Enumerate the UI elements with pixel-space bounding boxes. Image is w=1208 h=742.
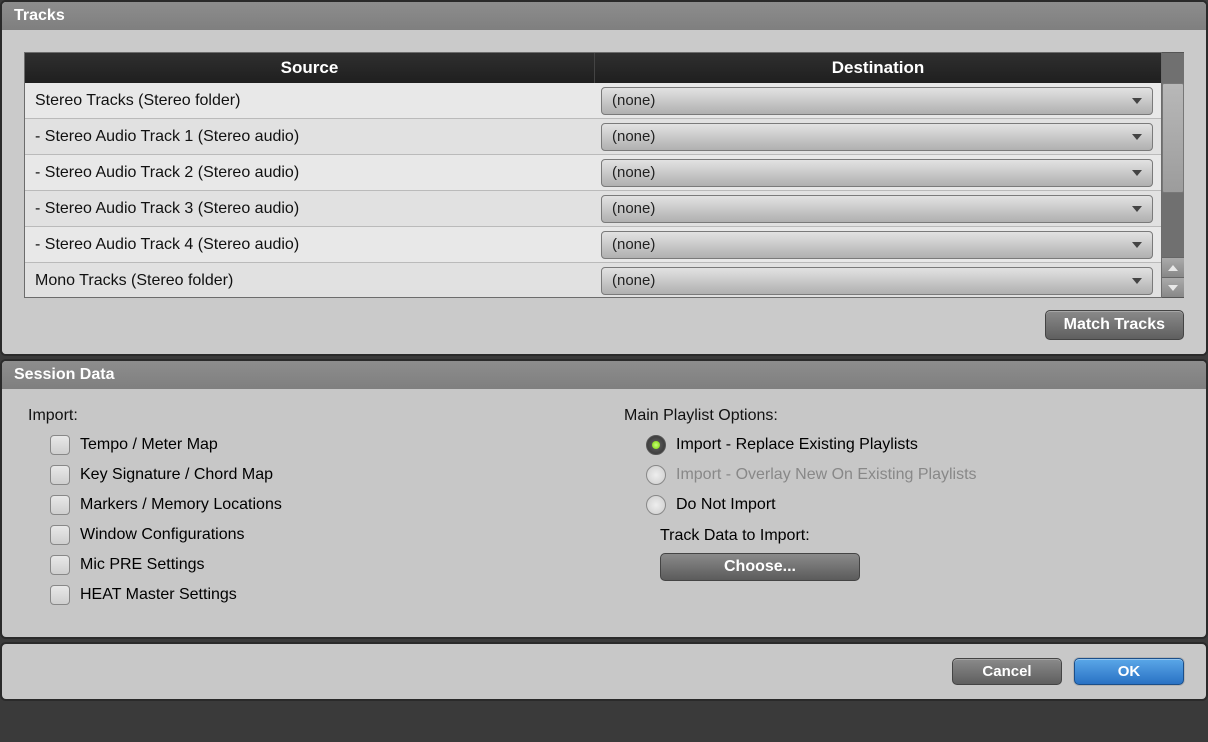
import-checklist: Tempo / Meter Map Key Signature / Chord … bbox=[28, 435, 584, 605]
track-destination-cell: (none) bbox=[595, 87, 1161, 115]
checkbox-label: Tempo / Meter Map bbox=[80, 436, 218, 454]
session-data-panel: Session Data Import: Tempo / Meter Map K… bbox=[0, 359, 1208, 639]
destination-value: (none) bbox=[612, 128, 655, 145]
playlist-radio-group: Import - Replace Existing Playlists Impo… bbox=[624, 435, 1180, 515]
track-destination-cell: (none) bbox=[595, 159, 1161, 187]
scrollbar-track[interactable] bbox=[1162, 193, 1184, 257]
column-header-destination: Destination bbox=[595, 53, 1161, 83]
tracks-table-header: Source Destination bbox=[25, 53, 1161, 83]
track-source-label: - Stereo Audio Track 2 (Stereo audio) bbox=[25, 164, 595, 182]
import-option-key[interactable]: Key Signature / Chord Map bbox=[50, 465, 584, 485]
import-label: Import: bbox=[28, 407, 584, 425]
destination-value: (none) bbox=[612, 272, 655, 289]
track-destination-cell: (none) bbox=[595, 123, 1161, 151]
checkbox-label: Markers / Memory Locations bbox=[80, 496, 282, 514]
session-data-title: Session Data bbox=[2, 361, 1206, 389]
tracks-panel-title: Tracks bbox=[2, 2, 1206, 30]
chevron-down-icon bbox=[1168, 285, 1178, 291]
chevron-down-icon bbox=[1132, 98, 1142, 104]
checkbox-label: Window Configurations bbox=[80, 526, 245, 544]
cancel-button[interactable]: Cancel bbox=[952, 658, 1062, 685]
import-column: Import: Tempo / Meter Map Key Signature … bbox=[28, 407, 584, 615]
radio-label: Import - Replace Existing Playlists bbox=[676, 436, 918, 454]
chevron-down-icon bbox=[1132, 170, 1142, 176]
radio-label: Import - Overlay New On Existing Playlis… bbox=[676, 466, 977, 484]
session-body: Import: Tempo / Meter Map Key Signature … bbox=[2, 389, 1206, 637]
chevron-down-icon bbox=[1132, 242, 1142, 248]
checkbox[interactable] bbox=[50, 435, 70, 455]
tracks-table: Source Destination Stereo Tracks (Stereo… bbox=[24, 52, 1184, 298]
scroll-down-button[interactable] bbox=[1162, 277, 1184, 297]
tracks-body: Source Destination Stereo Tracks (Stereo… bbox=[2, 30, 1206, 354]
destination-dropdown[interactable]: (none) bbox=[601, 123, 1153, 151]
table-row[interactable]: - Stereo Audio Track 4 (Stereo audio) (n… bbox=[25, 227, 1161, 263]
tracks-scroll-area: Source Destination Stereo Tracks (Stereo… bbox=[24, 52, 1162, 298]
import-option-heat[interactable]: HEAT Master Settings bbox=[50, 585, 584, 605]
destination-dropdown[interactable]: (none) bbox=[601, 231, 1153, 259]
checkbox-label: Key Signature / Chord Map bbox=[80, 466, 273, 484]
destination-value: (none) bbox=[612, 236, 655, 253]
radio-label: Do Not Import bbox=[676, 496, 776, 514]
destination-dropdown[interactable]: (none) bbox=[601, 159, 1153, 187]
chevron-up-icon bbox=[1168, 265, 1178, 271]
ok-button[interactable]: OK bbox=[1074, 658, 1184, 685]
table-row[interactable]: - Stereo Audio Track 3 (Stereo audio) (n… bbox=[25, 191, 1161, 227]
destination-value: (none) bbox=[612, 164, 655, 181]
playlist-option-donotimport[interactable]: Do Not Import bbox=[646, 495, 1180, 515]
table-row[interactable]: - Stereo Audio Track 2 (Stereo audio) (n… bbox=[25, 155, 1161, 191]
radio-button[interactable] bbox=[646, 435, 666, 455]
table-row[interactable]: Stereo Tracks (Stereo folder) (none) bbox=[25, 83, 1161, 119]
track-source-label: Stereo Tracks (Stereo folder) bbox=[25, 92, 595, 110]
destination-value: (none) bbox=[612, 200, 655, 217]
track-source-label: - Stereo Audio Track 1 (Stereo audio) bbox=[25, 128, 595, 146]
table-row[interactable]: Mono Tracks (Stereo folder) (none) bbox=[25, 263, 1161, 298]
import-option-tempo[interactable]: Tempo / Meter Map bbox=[50, 435, 584, 455]
checkbox[interactable] bbox=[50, 525, 70, 545]
track-destination-cell: (none) bbox=[595, 195, 1161, 223]
track-source-label: - Stereo Audio Track 4 (Stereo audio) bbox=[25, 236, 595, 254]
destination-dropdown[interactable]: (none) bbox=[601, 87, 1153, 115]
footer-bar: Cancel OK bbox=[0, 642, 1208, 701]
track-source-label: Mono Tracks (Stereo folder) bbox=[25, 272, 595, 290]
track-source-label: - Stereo Audio Track 3 (Stereo audio) bbox=[25, 200, 595, 218]
track-data-label: Track Data to Import: bbox=[660, 527, 1180, 545]
playlist-option-overlay: Import - Overlay New On Existing Playlis… bbox=[646, 465, 1180, 485]
import-option-micpre[interactable]: Mic PRE Settings bbox=[50, 555, 584, 575]
playlist-label: Main Playlist Options: bbox=[624, 407, 1180, 425]
tracks-rows: Stereo Tracks (Stereo folder) (none) - S… bbox=[25, 83, 1161, 298]
destination-dropdown[interactable]: (none) bbox=[601, 267, 1153, 295]
import-option-window[interactable]: Window Configurations bbox=[50, 525, 584, 545]
playlist-column: Main Playlist Options: Import - Replace … bbox=[624, 407, 1180, 615]
match-row: Match Tracks bbox=[24, 298, 1184, 340]
radio-button bbox=[646, 465, 666, 485]
checkbox[interactable] bbox=[50, 465, 70, 485]
checkbox[interactable] bbox=[50, 555, 70, 575]
match-tracks-button[interactable]: Match Tracks bbox=[1045, 310, 1184, 340]
playlist-option-replace[interactable]: Import - Replace Existing Playlists bbox=[646, 435, 1180, 455]
import-option-markers[interactable]: Markers / Memory Locations bbox=[50, 495, 584, 515]
chevron-down-icon bbox=[1132, 206, 1142, 212]
checkbox-label: HEAT Master Settings bbox=[80, 586, 237, 604]
destination-value: (none) bbox=[612, 92, 655, 109]
checkbox[interactable] bbox=[50, 495, 70, 515]
column-header-source: Source bbox=[25, 53, 595, 83]
choose-row: Choose... bbox=[660, 553, 1180, 581]
table-row[interactable]: - Stereo Audio Track 1 (Stereo audio) (n… bbox=[25, 119, 1161, 155]
track-destination-cell: (none) bbox=[595, 231, 1161, 259]
tracks-panel: Tracks Source Destination Stereo Tracks … bbox=[0, 0, 1208, 356]
chevron-down-icon bbox=[1132, 134, 1142, 140]
scrollbar-thumb[interactable] bbox=[1162, 83, 1184, 193]
choose-button[interactable]: Choose... bbox=[660, 553, 860, 581]
chevron-down-icon bbox=[1132, 278, 1142, 284]
track-destination-cell: (none) bbox=[595, 267, 1161, 295]
checkbox[interactable] bbox=[50, 585, 70, 605]
radio-button[interactable] bbox=[646, 495, 666, 515]
tracks-scrollbar[interactable] bbox=[1162, 52, 1184, 298]
scroll-up-button[interactable] bbox=[1162, 257, 1184, 277]
checkbox-label: Mic PRE Settings bbox=[80, 556, 204, 574]
destination-dropdown[interactable]: (none) bbox=[601, 195, 1153, 223]
